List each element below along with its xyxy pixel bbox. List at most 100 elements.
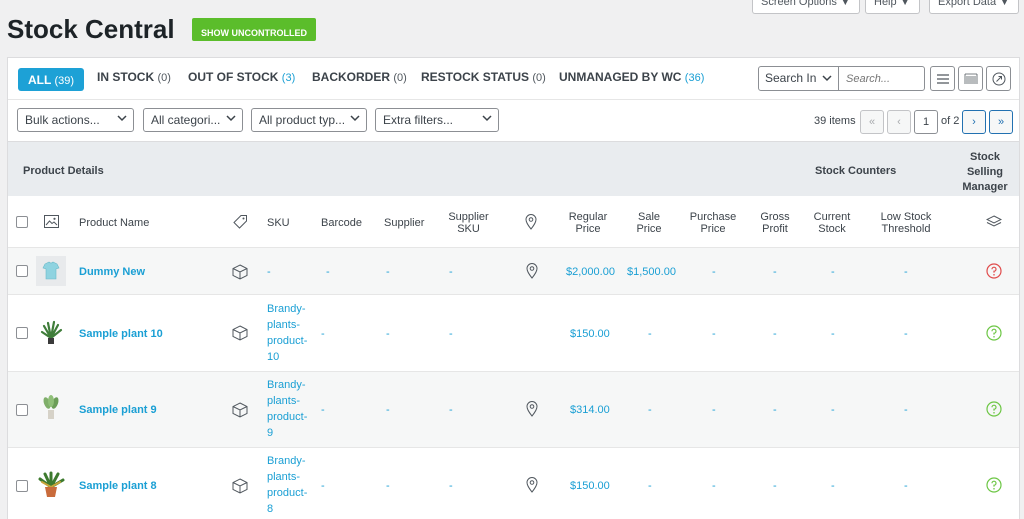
col-gross-profit[interactable]: Gross Profit (751, 211, 799, 235)
tab-unmanaged-by-wc[interactable]: UNMANAGED BY WC (36) (559, 70, 704, 84)
col-current-stock[interactable]: Current Stock (805, 211, 859, 235)
row-checkbox[interactable] (16, 404, 28, 416)
row-checkbox[interactable] (16, 327, 28, 339)
tab-backorder[interactable]: BACKORDER (0) (312, 70, 407, 84)
show-uncontrolled-button[interactable]: SHOW UNCONTROLLED (192, 18, 316, 41)
sale-price-cell[interactable]: - (648, 404, 652, 416)
current-stock-cell[interactable]: - (831, 328, 835, 340)
low-stock-cell[interactable]: - (904, 266, 908, 278)
regular-price-cell[interactable]: $150.00 (570, 480, 610, 492)
expand-button[interactable] (986, 66, 1011, 91)
product-types-select[interactable]: All product typ... (251, 108, 367, 132)
bulk-actions-select[interactable]: Bulk actions... (17, 108, 134, 132)
col-product-name[interactable]: Product Name (79, 217, 149, 229)
group-header-row: Product Details Stock Counters Stock Sel… (8, 141, 1019, 196)
question-circle-icon[interactable] (986, 263, 1002, 279)
barcode-button[interactable] (958, 66, 983, 91)
col-sku[interactable]: SKU (267, 217, 290, 229)
box-icon (232, 325, 248, 341)
select-all-checkbox[interactable] (16, 216, 28, 228)
last-page-button[interactable]: » (989, 110, 1013, 134)
filter-bar: Bulk actions... All categori... All prod… (8, 101, 1019, 141)
purchase-price-cell[interactable]: - (712, 266, 716, 278)
list-view-button[interactable] (930, 66, 955, 91)
status-tabs: ALL (39) IN STOCK (0) OUT OF STOCK (3) B… (8, 58, 1019, 100)
question-circle-icon[interactable] (986, 477, 1002, 493)
regular-price-cell[interactable]: $314.00 (570, 404, 610, 416)
sale-price-cell[interactable]: - (648, 480, 652, 492)
tab-out-of-stock[interactable]: OUT OF STOCK (3) (188, 70, 295, 84)
product-name-link[interactable]: Sample plant 9 (79, 404, 157, 416)
search-in-select[interactable]: Search In (759, 67, 839, 90)
search-input[interactable] (840, 67, 924, 90)
low-stock-cell[interactable]: - (904, 328, 908, 340)
row-checkbox[interactable] (16, 480, 28, 492)
box-icon (232, 478, 248, 494)
low-stock-cell[interactable]: - (904, 404, 908, 416)
col-purchase-price[interactable]: Purchase Price (686, 211, 740, 235)
col-regular-price[interactable]: Regular Price (561, 211, 615, 235)
stock-counters-header: Stock Counters (815, 165, 897, 177)
col-low-stock-threshold[interactable]: Low Stock Threshold (873, 211, 939, 235)
col-supplier[interactable]: Supplier (384, 217, 424, 229)
image-icon (44, 215, 59, 228)
sale-price-cell[interactable]: - (648, 328, 652, 340)
sku-cell: Brandy-plants-product- 8 (267, 455, 308, 515)
product-details-header: Product Details (23, 165, 104, 177)
product-thumbnail[interactable] (36, 256, 66, 286)
product-thumbnail[interactable] (36, 393, 66, 423)
regular-price-cell[interactable]: $2,000.00 (566, 266, 615, 278)
product-thumbnail[interactable] (36, 470, 66, 500)
regular-price-cell[interactable]: $150.00 (570, 328, 610, 340)
chevron-down-icon (822, 75, 832, 82)
location-pin-icon[interactable] (524, 477, 540, 493)
low-stock-cell[interactable]: - (904, 480, 908, 492)
location-pin-icon[interactable] (524, 263, 540, 279)
extra-filters-select[interactable]: Extra filters... (375, 108, 499, 132)
purchase-price-cell[interactable]: - (712, 404, 716, 416)
chevron-down-icon (350, 115, 360, 122)
location-pin-icon[interactable] (524, 401, 540, 417)
table-row[interactable]: Sample plant 8 Brandy-plants-product- 8 -… (8, 448, 1019, 519)
first-page-button[interactable]: « (860, 110, 884, 134)
purchase-price-cell[interactable]: - (712, 480, 716, 492)
current-stock-cell[interactable]: - (831, 266, 835, 278)
screen-options-button[interactable]: Screen Options ▼ (752, 0, 860, 14)
categories-select[interactable]: All categori... (143, 108, 243, 132)
total-pages: of 2 (941, 115, 960, 127)
sale-price-cell[interactable]: $1,500.00 (627, 266, 676, 278)
gross-profit-cell: - (773, 328, 777, 340)
row-checkbox[interactable] (16, 265, 28, 277)
search-box: Search In (758, 66, 925, 91)
tab-in-stock[interactable]: IN STOCK (0) (97, 70, 171, 84)
current-stock-cell[interactable]: - (831, 404, 835, 416)
export-data-button[interactable]: Export Data ▼ (929, 0, 1020, 14)
tab-restock-status[interactable]: RESTOCK STATUS (0) (421, 70, 546, 84)
box-icon (232, 402, 248, 418)
current-page-input[interactable]: 1 (914, 110, 938, 134)
col-supplier-sku[interactable]: Supplier SKU (441, 211, 496, 235)
supplier-cell: - (386, 328, 390, 340)
page-title: Stock Central (7, 14, 175, 44)
col-sale-price[interactable]: Sale Price (624, 211, 674, 235)
next-page-button[interactable]: › (962, 110, 986, 134)
product-thumbnail[interactable] (36, 318, 66, 348)
question-circle-icon[interactable] (986, 401, 1002, 417)
purchase-price-cell[interactable]: - (712, 328, 716, 340)
chevron-down-icon (226, 115, 236, 122)
table-row[interactable]: Sample plant 10 Brandy-plants-product- 10… (8, 295, 1019, 372)
question-circle-icon[interactable] (986, 325, 1002, 341)
product-name-link[interactable]: Sample plant 8 (79, 480, 157, 492)
col-barcode[interactable]: Barcode (321, 217, 362, 229)
product-name-link[interactable]: Sample plant 10 (79, 328, 163, 340)
supplier-cell: - (386, 404, 390, 416)
table-row[interactable]: Dummy New - - - - $2,000.00 $1,500.00 - … (8, 248, 1019, 295)
product-name-link[interactable]: Dummy New (79, 266, 145, 278)
items-count: 39 items (814, 115, 856, 127)
current-stock-cell[interactable]: - (831, 480, 835, 492)
tab-all[interactable]: ALL (39) (18, 68, 85, 91)
help-button[interactable]: Help ▼ (865, 0, 920, 14)
prev-page-button[interactable]: ‹ (887, 110, 911, 134)
table-row[interactable]: Sample plant 9 Brandy-plants-product- 9 -… (8, 372, 1019, 448)
chevron-down-icon (482, 115, 492, 122)
